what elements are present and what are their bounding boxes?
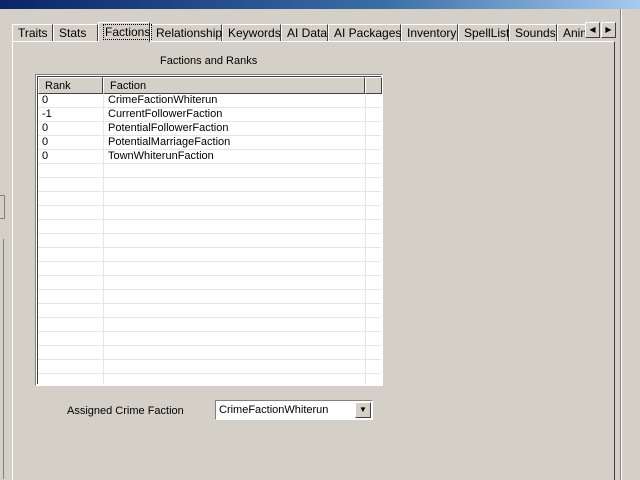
faction-cell: TownWhiterunFaction (108, 150, 214, 162)
list-item[interactable]: 0 PotentialFollowerFaction (38, 122, 381, 136)
crime-faction-value: CrimeFactionWhiterun (219, 404, 329, 416)
empty-row (38, 304, 381, 318)
window-title-bar (0, 0, 640, 9)
chevron-down-icon: ▼ (359, 405, 367, 414)
empty-row (38, 276, 381, 290)
tab-scroll-left-button[interactable]: ◀ (585, 22, 600, 38)
rank-cell: 0 (42, 136, 49, 148)
dropdown-button[interactable]: ▼ (355, 402, 371, 418)
crime-faction-dropdown[interactable]: CrimeFactionWhiterun ▼ (215, 400, 373, 420)
empty-row (38, 192, 381, 206)
section-title: Factions and Ranks (160, 55, 258, 67)
tab-inventory[interactable]: Inventory (401, 24, 458, 41)
faction-cell: PotentialMarriageFaction (108, 136, 231, 148)
column-header-filler (365, 77, 382, 94)
tab-anim[interactable]: Anim (557, 24, 588, 41)
tab-sounds[interactable]: Sounds (509, 24, 557, 41)
crime-faction-label: Assigned Crime Faction (67, 405, 184, 417)
column-header-faction[interactable]: Faction (103, 77, 365, 94)
factions-list[interactable]: Rank Faction 0 CrimeFactionWhiterun -1 C… (35, 74, 383, 386)
list-header: Rank Faction (38, 77, 382, 94)
tab-relationships[interactable]: Relationships (150, 24, 228, 41)
faction-cell: CurrentFollowerFaction (108, 108, 223, 120)
empty-row (38, 262, 381, 276)
tab-spelllist[interactable]: SpellList (458, 24, 509, 41)
empty-row (38, 346, 381, 360)
faction-cell: PotentialFollowerFaction (108, 122, 229, 134)
tab-factions[interactable]: Factions (98, 22, 153, 42)
empty-row (38, 248, 381, 262)
rank-cell: 0 (42, 122, 49, 134)
empty-row (38, 332, 381, 346)
tab-ai-data[interactable]: AI Data (281, 24, 328, 41)
empty-row (38, 164, 381, 178)
empty-row (38, 206, 381, 220)
left-edge-panel (0, 9, 7, 480)
right-edge-panel (618, 9, 640, 480)
left-arrow-icon: ◀ (589, 25, 596, 34)
rank-cell: -1 (42, 108, 52, 120)
right-edge-highlight (621, 9, 622, 480)
right-arrow-icon: ▶ (605, 25, 612, 34)
tab-keywords[interactable]: Keywords (222, 24, 281, 41)
empty-row (38, 290, 381, 304)
rank-cell: 0 (42, 150, 49, 162)
list-item[interactable]: 0 TownWhiterunFaction (38, 150, 381, 164)
tab-stats[interactable]: Stats (53, 24, 98, 41)
list-item[interactable]: 0 CrimeFactionWhiterun (38, 94, 381, 108)
empty-row (38, 318, 381, 332)
tab-scroll-right-button[interactable]: ▶ (601, 22, 616, 38)
rank-cell: 0 (42, 94, 49, 106)
tab-strip: Traits Stats Factions Relationships Keyw… (12, 22, 588, 42)
faction-cell: CrimeFactionWhiterun (108, 94, 218, 106)
empty-row (38, 374, 381, 385)
tab-ai-packages[interactable]: AI Packages (328, 24, 401, 41)
tab-traits[interactable]: Traits (12, 24, 53, 41)
empty-row (38, 234, 381, 248)
empty-row (38, 178, 381, 192)
list-item[interactable]: -1 CurrentFollowerFaction (38, 108, 381, 122)
empty-row (38, 220, 381, 234)
empty-row (38, 360, 381, 374)
left-edge-handle[interactable] (0, 195, 5, 219)
left-edge-divider (0, 239, 4, 479)
column-header-rank[interactable]: Rank (38, 77, 103, 94)
list-item[interactable]: 0 PotentialMarriageFaction (38, 136, 381, 150)
